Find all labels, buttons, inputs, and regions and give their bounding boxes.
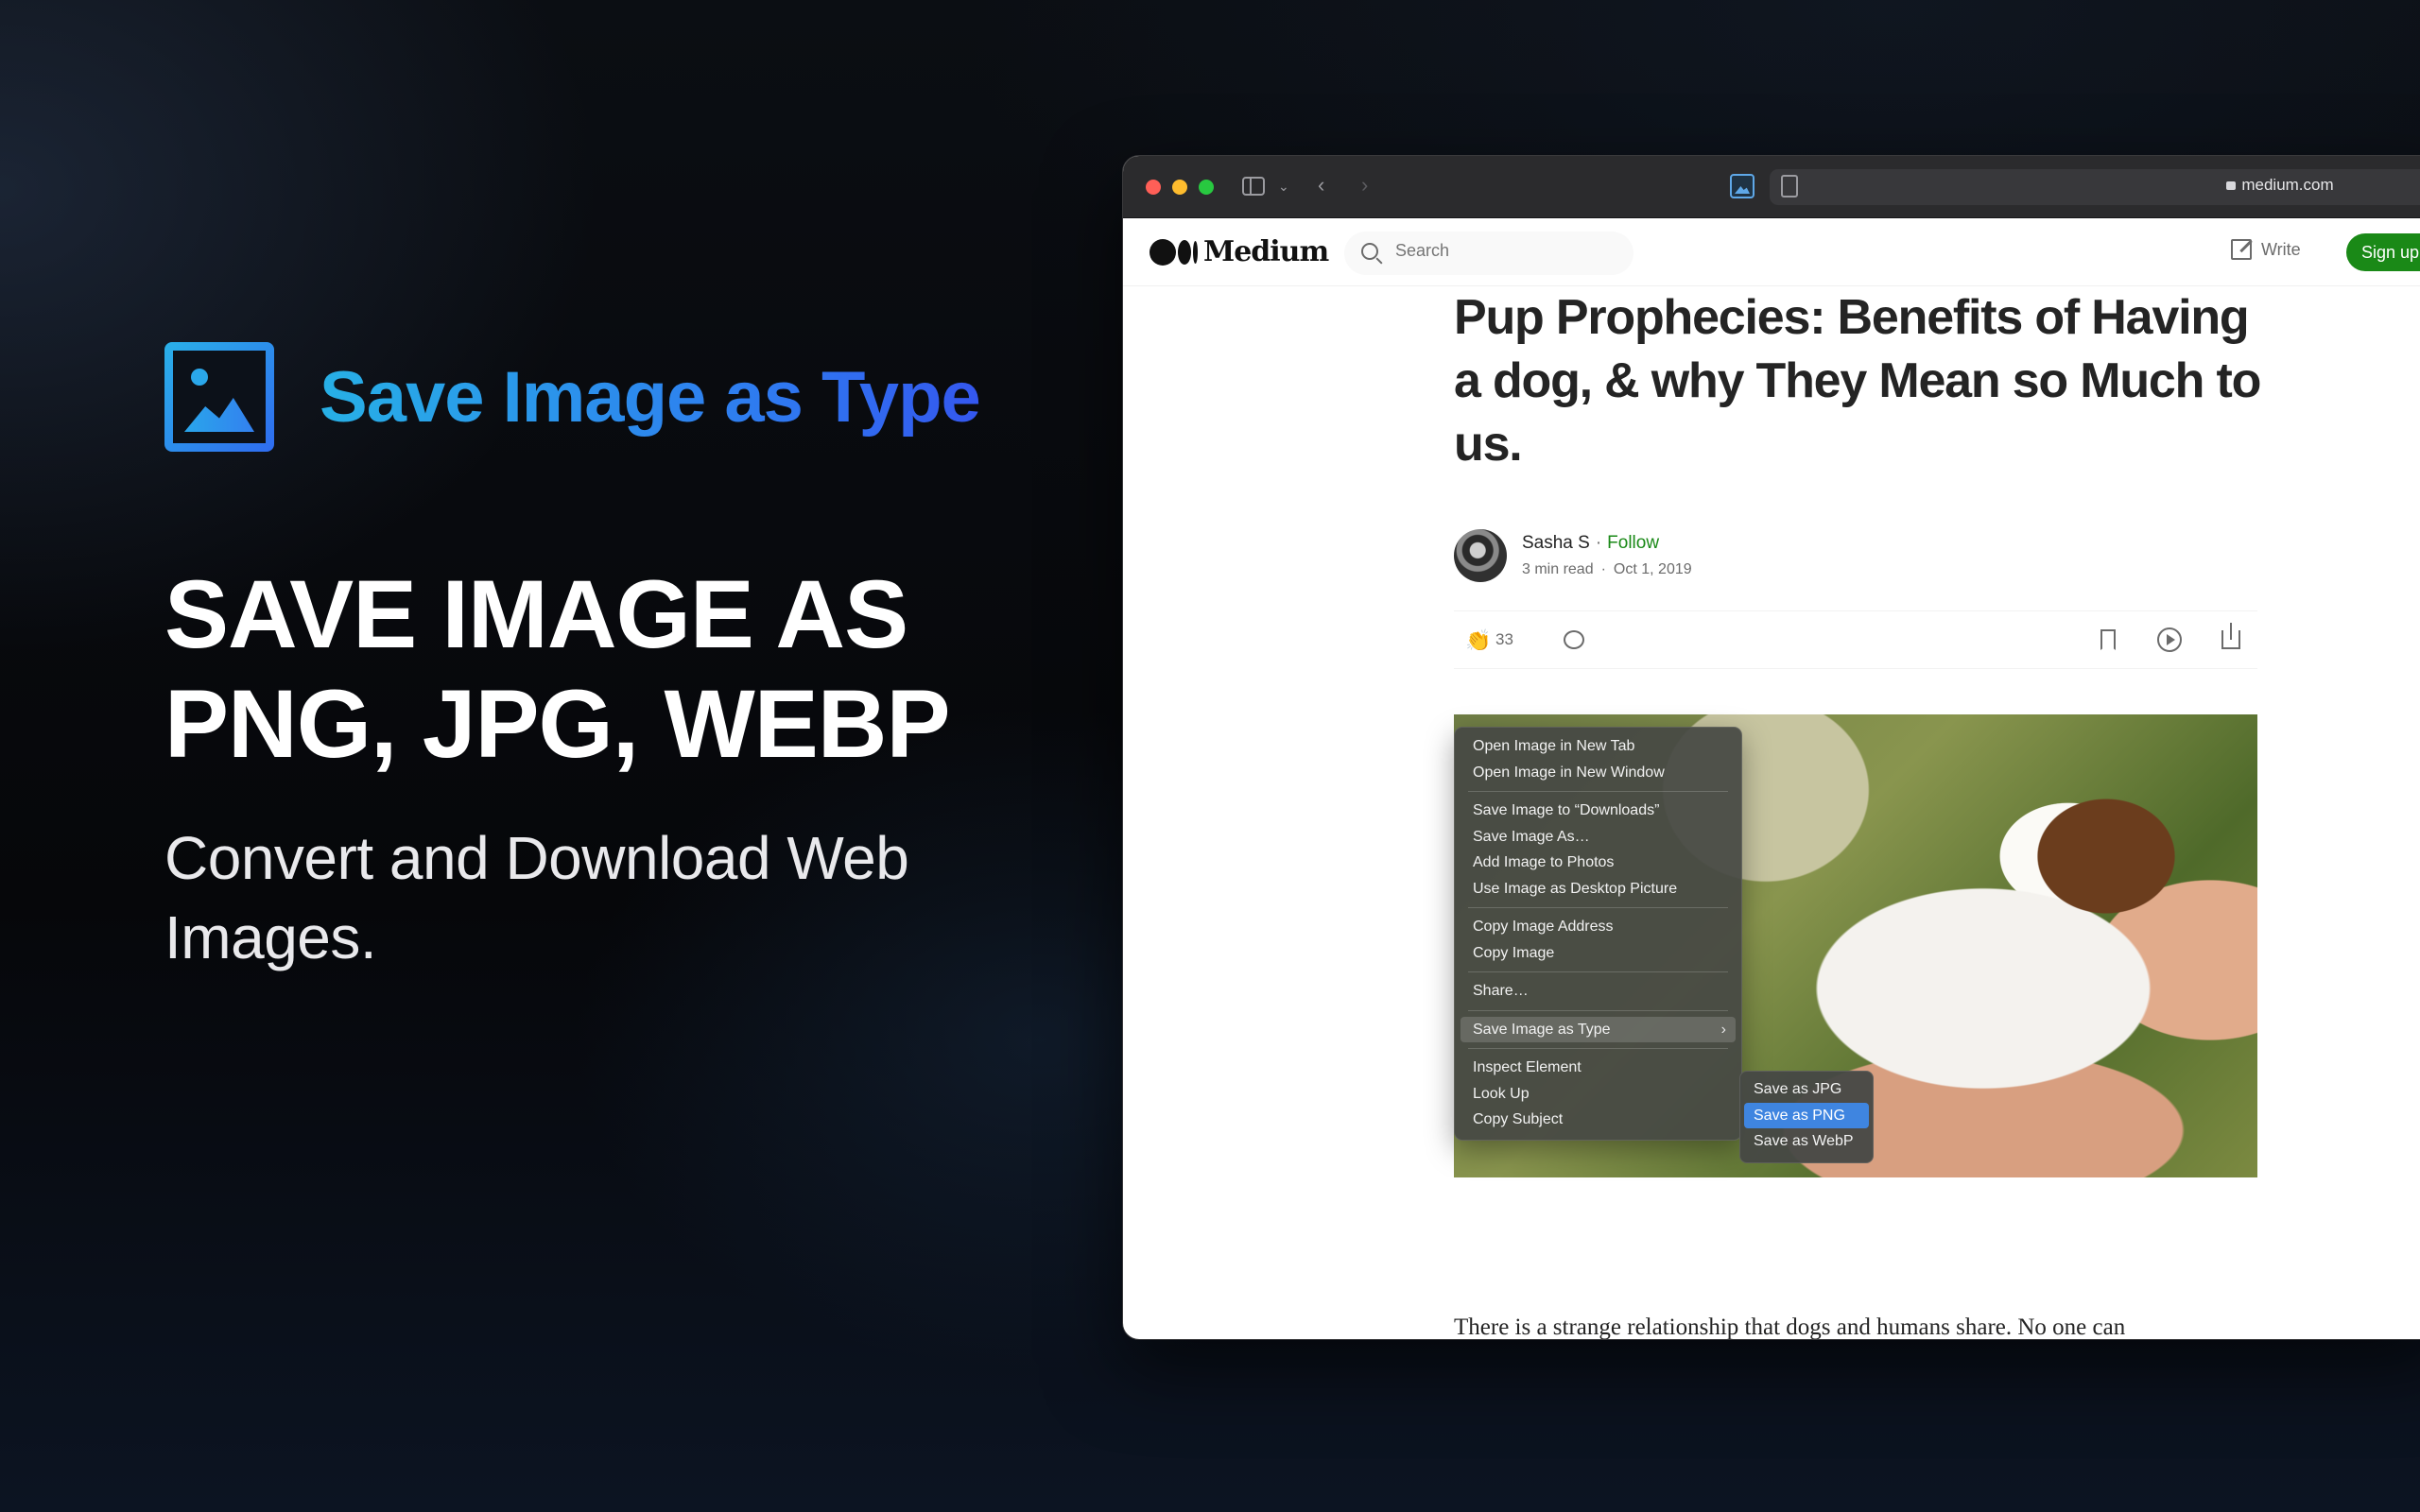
lock-icon [2226, 181, 2237, 190]
minimize-window-button[interactable] [1172, 179, 1187, 195]
search-input[interactable] [1395, 241, 1603, 261]
sign-up-button[interactable]: Sign up [2346, 233, 2420, 271]
author-avatar[interactable] [1454, 529, 1507, 582]
search-icon [1361, 243, 1378, 260]
forward-icon[interactable]: › [1361, 173, 1368, 198]
promo-panel: Save Image as Type SAVE IMAGE AS PNG, JP… [164, 342, 1110, 977]
menu-separator [1468, 791, 1728, 792]
article-title: Pup Prophecies: Benefits of Having a dog… [1454, 290, 2261, 472]
comment-icon[interactable] [1564, 630, 1584, 649]
read-time: 3 min read [1522, 561, 1594, 577]
write-label: Write [2261, 239, 2301, 259]
reader-icon[interactable] [1781, 175, 1798, 198]
search-box[interactable] [1344, 232, 1634, 275]
menu-item-copy-image[interactable]: Copy Image [1461, 940, 1736, 967]
menu-item-save-image-as[interactable]: Save Image As… [1461, 824, 1736, 850]
sidebar-toggle-icon[interactable] [1242, 177, 1265, 196]
menu-item-use-as-desktop-picture[interactable]: Use Image as Desktop Picture [1461, 876, 1736, 902]
menu-item-share[interactable]: Share… [1461, 978, 1736, 1005]
medium-header: Medium Write Sign up [1123, 218, 2420, 286]
zoom-window-button[interactable] [1199, 179, 1214, 195]
share-icon[interactable] [2221, 623, 2240, 649]
menu-item-save-image-as-type[interactable]: Save Image as Type › [1461, 1016, 1736, 1042]
image-icon [164, 342, 274, 452]
bookmark-icon[interactable] [2100, 629, 2116, 650]
headline-line-1: SAVE IMAGE AS [164, 560, 908, 668]
save-as-jpg-item[interactable]: Save as JPG [1744, 1076, 1869, 1103]
menu-separator [1468, 1048, 1728, 1049]
menu-item-label: Save Image as Type [1473, 1021, 1611, 1038]
menu-separator [1468, 907, 1728, 908]
window-controls [1146, 179, 1214, 195]
context-menu: Open Image in New Tab Open Image in New … [1454, 727, 1742, 1141]
headline-line-2: PNG, JPG, WEBP [164, 670, 951, 778]
medium-logo[interactable]: Medium [1150, 235, 1329, 268]
close-window-button[interactable] [1146, 179, 1161, 195]
menu-separator [1468, 971, 1728, 972]
listen-icon[interactable] [2157, 627, 2182, 652]
clap-count: 33 [1495, 630, 1513, 648]
brand: Save Image as Type [164, 342, 1110, 452]
mountain-icon [184, 398, 254, 432]
byline: Sasha S · Follow 3 min read · Oct 1, 2019 [1454, 529, 2286, 582]
author-name[interactable]: Sasha S [1522, 533, 1590, 553]
chevron-down-icon[interactable]: ⌄ [1278, 179, 1289, 195]
menu-item-inspect-element[interactable]: Inspect Element [1461, 1055, 1736, 1081]
menu-item-look-up[interactable]: Look Up [1461, 1081, 1736, 1108]
clap-icon[interactable]: 👏 [1465, 628, 1491, 653]
publish-date: Oct 1, 2019 [1613, 561, 1692, 577]
back-icon[interactable]: ‹ [1318, 173, 1324, 198]
browser-toolbar: ⌄ ‹ › medium.com 文A ↻ [1123, 156, 2420, 218]
save-as-png-item[interactable]: Save as PNG [1744, 1102, 1869, 1128]
headline: SAVE IMAGE AS PNG, JPG, WEBP [164, 559, 1110, 779]
write-icon [2231, 239, 2252, 260]
medium-logo-icon [1150, 238, 1198, 266]
menu-item-add-to-photos[interactable]: Add Image to Photos [1461, 850, 1736, 876]
menu-separator [1468, 1009, 1728, 1011]
follow-button[interactable]: Follow [1607, 533, 1659, 553]
menu-item-copy-subject[interactable]: Copy Subject [1461, 1107, 1736, 1133]
medium-logo-text: Medium [1203, 235, 1329, 268]
save-as-type-submenu: Save as JPG Save as PNG Save as WebP [1739, 1071, 1874, 1163]
save-image-extension-icon[interactable] [1730, 174, 1754, 198]
address-bar[interactable]: medium.com 文A ↻ [1770, 169, 2420, 205]
menu-item-copy-image-address[interactable]: Copy Image Address [1461, 914, 1736, 940]
article-body-text: There is a strange relationship that dog… [1454, 1314, 2126, 1340]
url-text: medium.com [2241, 176, 2334, 194]
write-button[interactable]: Write [2231, 239, 2301, 260]
menu-item-save-image-downloads[interactable]: Save Image to “Downloads” [1461, 798, 1736, 824]
menu-item-open-image-new-tab[interactable]: Open Image in New Tab [1461, 733, 1736, 760]
browser-window: ⌄ ‹ › medium.com 文A ↻ Medium Write Sign … [1122, 155, 2420, 1340]
subheadline: Convert and Download Web Images. [164, 824, 909, 971]
sun-icon [191, 369, 208, 386]
menu-item-open-image-new-window[interactable]: Open Image in New Window [1461, 760, 1736, 786]
article-actions: 👏 33 [1454, 610, 2257, 669]
save-as-webp-item[interactable]: Save as WebP [1744, 1128, 1869, 1155]
chevron-right-icon: › [1720, 1021, 1726, 1038]
brand-name: Save Image as Type [320, 356, 981, 438]
